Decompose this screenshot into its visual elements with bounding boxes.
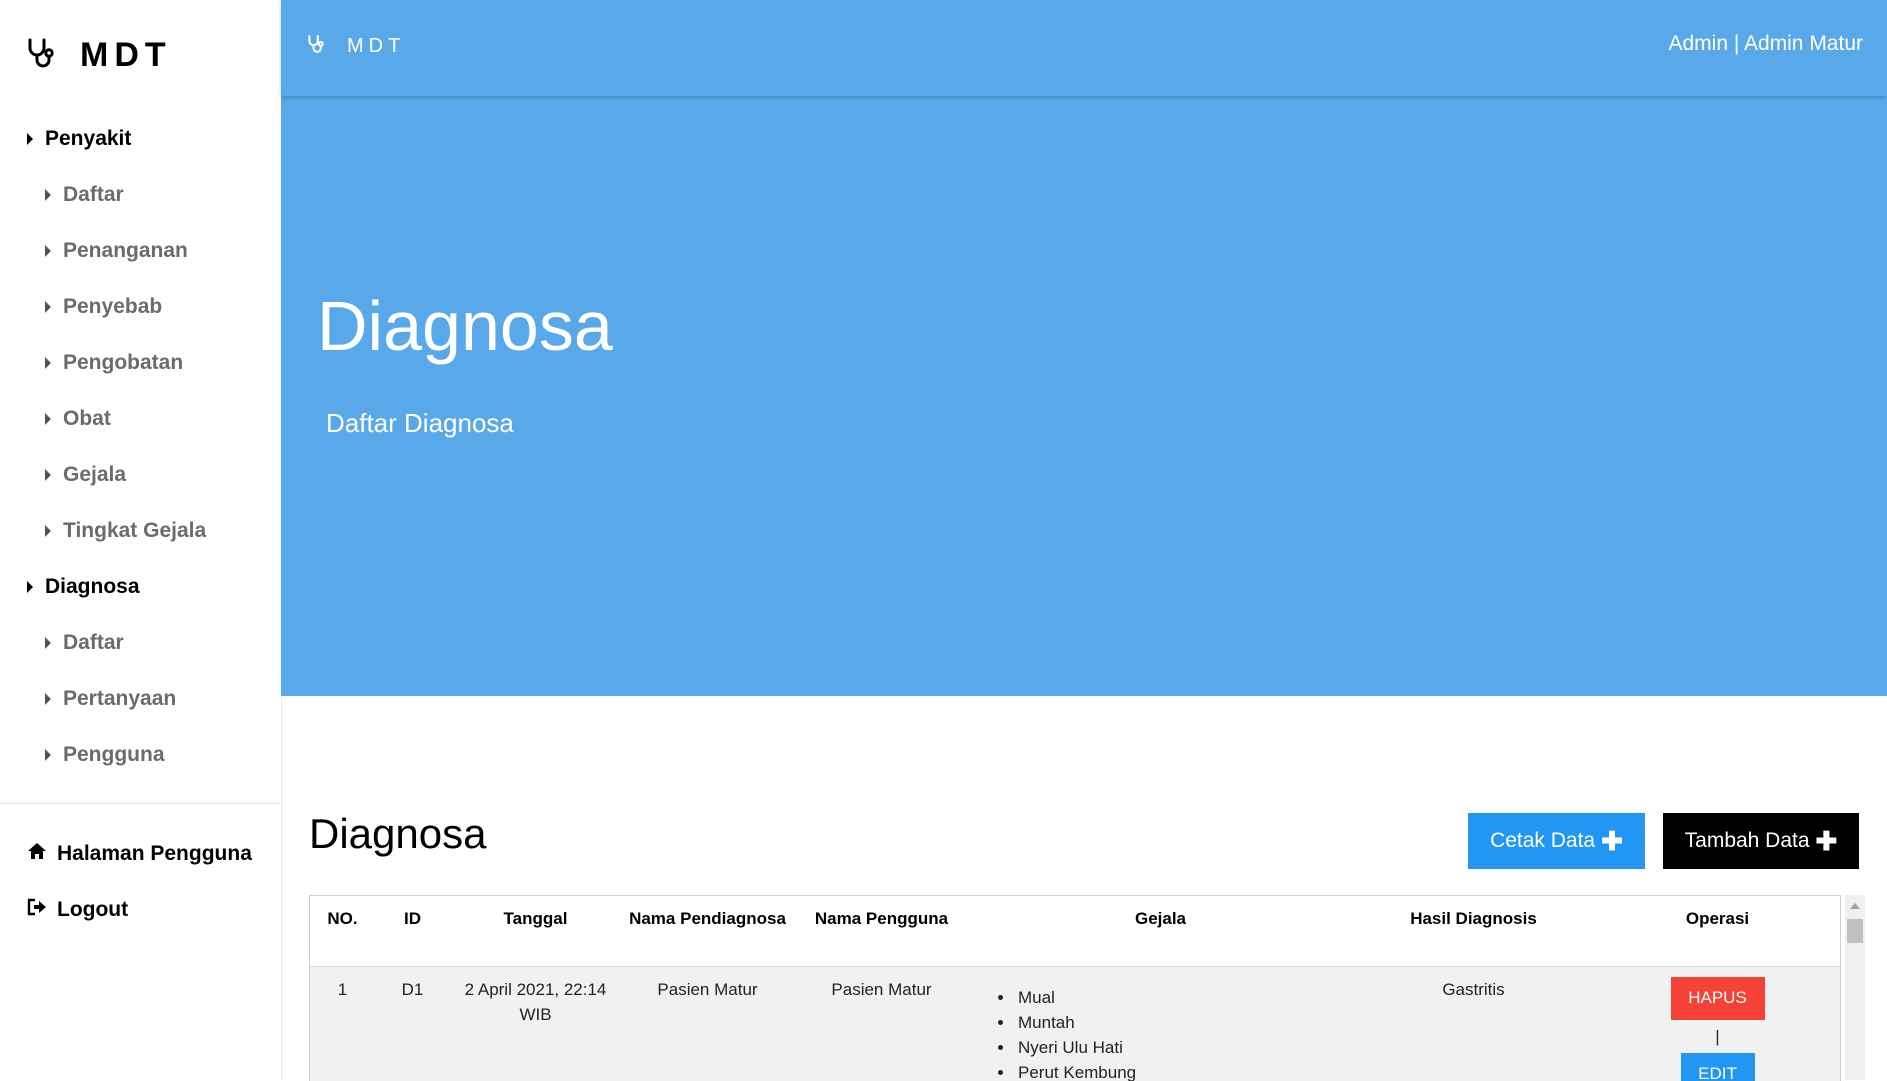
page-title: Diagnosa (309, 810, 486, 858)
top-brand-name: MDT (347, 35, 405, 58)
edit-button[interactable]: EDIT (1681, 1053, 1755, 1081)
caret-right-icon (45, 357, 51, 369)
sidebar-item-pengobatan[interactable]: Pengobatan (45, 351, 183, 375)
cell-nama-pengguna: Pasien Matur (794, 966, 969, 1081)
sidebar-brand[interactable]: MDT (26, 36, 172, 75)
caret-right-icon (45, 189, 51, 201)
user-info[interactable]: Admin | Admin Matur (1668, 32, 1863, 56)
diagnosa-table: NO. ID Tanggal Nama Pendiagnosa Nama Pen… (310, 896, 1840, 1081)
column-header-tanggal[interactable]: Tanggal (450, 896, 621, 966)
cell-no: 1 (310, 966, 375, 1081)
caret-right-icon (27, 133, 33, 145)
column-header-operasi[interactable]: Operasi (1595, 896, 1840, 966)
column-header-id[interactable]: ID (375, 896, 450, 966)
sidebar-item-tingkat-gejala[interactable]: Tingkat Gejala (45, 519, 206, 543)
cell-operasi: HAPUS | EDIT (1595, 966, 1840, 1081)
sidebar-item-penyebab[interactable]: Penyebab (45, 295, 162, 319)
logout-label: Logout (57, 898, 128, 922)
caret-right-icon (27, 581, 33, 593)
column-header-nama-pengguna[interactable]: Nama Pengguna (794, 896, 969, 966)
cetak-data-label: Cetak Data (1490, 829, 1595, 853)
sidebar-item-label: Penyebab (63, 295, 162, 319)
operation-separator: | (1601, 1024, 1834, 1049)
list-item: Muntah (1015, 1010, 1346, 1035)
sidebar-divider (0, 803, 281, 804)
caret-right-icon (45, 749, 51, 761)
cetak-data-button[interactable]: Cetak Data ✚ (1468, 813, 1645, 869)
table-scrollbar[interactable] (1845, 895, 1865, 1080)
sidebar-item-pengguna[interactable]: Pengguna (45, 743, 165, 767)
tambah-data-label: Tambah Data (1685, 829, 1810, 853)
halaman-pengguna-label: Halaman Pengguna (57, 842, 252, 866)
column-header-no[interactable]: NO. (310, 896, 375, 966)
stethoscope-icon (307, 34, 325, 59)
sidebar-item-pertanyaan[interactable]: Pertanyaan (45, 687, 176, 711)
brand-name: MDT (80, 36, 172, 75)
caret-right-icon (45, 413, 51, 425)
sidebar: MDT Penyakit Daftar Penanganan Penyebab … (0, 0, 282, 1080)
sidebar-item-diagnosa-daftar[interactable]: Daftar (45, 631, 124, 655)
sidebar-item-label: Pengguna (63, 743, 165, 767)
cell-id: D1 (375, 966, 450, 1081)
list-item: Perut Kembung (1015, 1060, 1346, 1081)
hero-title: Diagnosa (317, 286, 613, 366)
halaman-pengguna-link[interactable]: Halaman Pengguna (27, 842, 252, 866)
home-icon (27, 842, 57, 866)
cell-nama-pendiagnosa: Pasien Matur (621, 966, 794, 1081)
sidebar-item-gejala[interactable]: Gejala (45, 463, 126, 487)
table-row: 1 D1 2 April 2021, 22:14 WIB Pasien Matu… (310, 966, 1840, 1081)
top-brand[interactable]: MDT (307, 34, 405, 59)
scroll-up-arrow-icon[interactable] (1850, 903, 1860, 909)
sidebar-item-label: Obat (63, 407, 111, 431)
stethoscope-icon (26, 37, 56, 74)
list-item: Nyeri Ulu Hati (1015, 1035, 1346, 1060)
caret-right-icon (45, 525, 51, 537)
sidebar-item-label: Tingkat Gejala (63, 519, 206, 543)
sidebar-item-label: Diagnosa (45, 575, 140, 599)
sidebar-item-label: Daftar (63, 183, 124, 207)
sidebar-item-label: Daftar (63, 631, 124, 655)
table-header-row: NO. ID Tanggal Nama Pendiagnosa Nama Pen… (310, 896, 1840, 966)
gejala-list: Mual Muntah Nyeri Ulu Hati Perut Kembung (975, 985, 1346, 1081)
cell-hasil-diagnosis: Gastritis (1352, 966, 1595, 1081)
caret-right-icon (45, 637, 51, 649)
hero-banner: Diagnosa Daftar Diagnosa (281, 96, 1887, 696)
sidebar-item-label: Penyakit (45, 127, 131, 151)
sidebar-item-diagnosa[interactable]: Diagnosa (27, 575, 140, 599)
top-bar: MDT Admin | Admin Matur (281, 0, 1887, 96)
sidebar-item-label: Penanganan (63, 239, 188, 263)
cell-tanggal: 2 April 2021, 22:14 WIB (450, 966, 621, 1081)
caret-right-icon (45, 245, 51, 257)
scrollbar-thumb[interactable] (1847, 919, 1863, 943)
sidebar-item-label: Pengobatan (63, 351, 183, 375)
sidebar-item-penanganan[interactable]: Penanganan (45, 239, 188, 263)
caret-right-icon (45, 693, 51, 705)
tambah-data-button[interactable]: Tambah Data ✚ (1663, 813, 1859, 869)
diagnosa-table-container[interactable]: NO. ID Tanggal Nama Pendiagnosa Nama Pen… (309, 895, 1841, 1081)
column-header-nama-pendiagnosa[interactable]: Nama Pendiagnosa (621, 896, 794, 966)
sidebar-item-penyakit-daftar[interactable]: Daftar (45, 183, 124, 207)
caret-right-icon (45, 469, 51, 481)
column-header-hasil-diagnosis[interactable]: Hasil Diagnosis (1352, 896, 1595, 966)
plus-icon: ✚ (1816, 828, 1838, 854)
sidebar-item-penyakit[interactable]: Penyakit (27, 127, 131, 151)
hero-subtitle: Daftar Diagnosa (326, 408, 514, 439)
sidebar-item-obat[interactable]: Obat (45, 407, 111, 431)
cell-gejala: Mual Muntah Nyeri Ulu Hati Perut Kembung (969, 966, 1352, 1081)
sidebar-item-label: Gejala (63, 463, 126, 487)
hapus-button[interactable]: HAPUS (1671, 977, 1765, 1020)
caret-right-icon (45, 301, 51, 313)
list-item: Mual (1015, 985, 1346, 1010)
column-header-gejala[interactable]: Gejala (969, 896, 1352, 966)
logout-link[interactable]: Logout (27, 898, 128, 922)
sidebar-item-label: Pertanyaan (63, 687, 176, 711)
plus-icon: ✚ (1601, 828, 1623, 854)
sign-out-icon (27, 898, 57, 922)
